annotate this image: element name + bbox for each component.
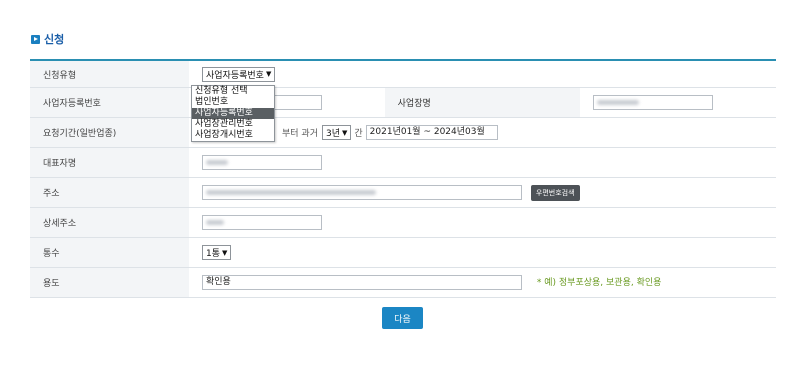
- rep-input[interactable]: [202, 155, 322, 170]
- purpose-input[interactable]: 확인용: [202, 275, 522, 290]
- section-title-text: 신청: [44, 33, 65, 46]
- dropdown-option[interactable]: 법인번호: [192, 97, 274, 108]
- rep-redacted: [206, 160, 228, 165]
- period-range-input[interactable]: 2021년01월 ~ 2024년03월: [365, 125, 498, 140]
- dropdown-option[interactable]: 신청유형 선택: [192, 86, 274, 97]
- rep-label: 대표자명: [30, 147, 189, 178]
- section-title: 신청: [31, 31, 64, 47]
- addr-detail-redacted: [206, 220, 224, 225]
- bizname-redacted: [597, 100, 640, 105]
- period-mid: 간: [354, 129, 363, 139]
- bizname-input[interactable]: [593, 95, 714, 110]
- application-form: 신청유형 사업자등록번호 ▼ 사업자등록번호 사업장명 요청기간(일반업종) 부…: [30, 59, 776, 298]
- bizname-label: 사업장명: [384, 87, 581, 118]
- period-years-select[interactable]: 3년 ▼: [321, 125, 352, 140]
- chevron-down-icon: ▼: [342, 128, 348, 137]
- dropdown-option[interactable]: 사업장개시번호: [192, 130, 274, 141]
- purpose-hint: * 예) 정부포상용, 보관용, 확인용: [536, 278, 662, 288]
- addr-label: 주소: [30, 177, 189, 208]
- dropdown-option[interactable]: 사업장관리번호: [192, 119, 274, 130]
- copies-select[interactable]: 1통 ▼: [202, 245, 232, 260]
- addr-redacted: [206, 190, 376, 195]
- addr-detail-label: 상세주소: [30, 207, 189, 238]
- copies-label: 통수: [30, 237, 189, 268]
- period-label: 요청기간(일반업종): [30, 117, 189, 148]
- period-prefix: 부터 과거: [282, 129, 318, 139]
- chevron-down-icon: ▼: [265, 70, 272, 78]
- period-years-value: 3년: [325, 129, 340, 139]
- brn-label: 사업자등록번호: [30, 87, 189, 118]
- type-select-value: 사업자등록번호: [206, 70, 264, 81]
- type-select[interactable]: 사업자등록번호 ▼: [202, 66, 276, 82]
- addr-detail-input[interactable]: [202, 215, 322, 230]
- copies-select-value: 1통: [206, 249, 221, 259]
- next-button[interactable]: 다음: [382, 307, 423, 329]
- chevron-down-icon: ▼: [222, 248, 228, 257]
- dropdown-option-selected[interactable]: 사업자등록번호: [192, 108, 274, 119]
- zip-search-button[interactable]: 우편번호검색: [530, 184, 580, 201]
- addr-input[interactable]: [202, 185, 522, 200]
- section-arrow-icon: [31, 34, 40, 44]
- type-label: 신청유형: [30, 59, 189, 88]
- purpose-label: 용도: [30, 267, 189, 298]
- type-dropdown-list: 신청유형 선택 법인번호 사업자등록번호 사업장관리번호 사업장개시번호: [191, 85, 275, 142]
